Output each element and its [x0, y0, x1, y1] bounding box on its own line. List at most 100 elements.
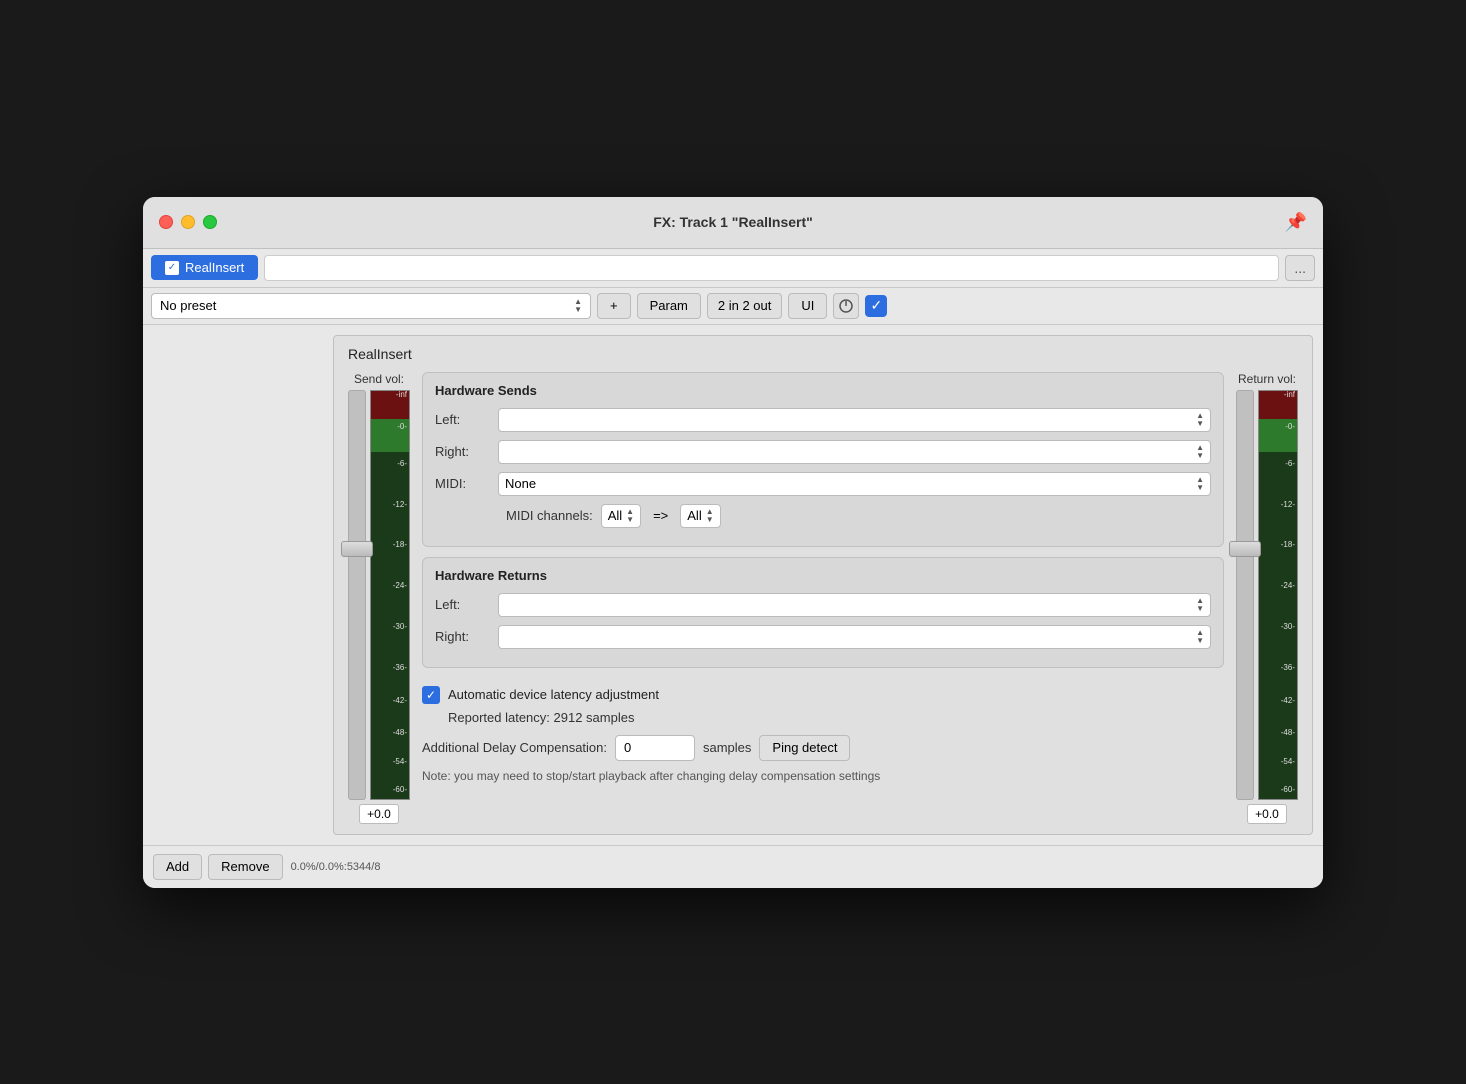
hw-midi-row: MIDI: None ▲▼ — [435, 472, 1211, 496]
io-button[interactable]: 2 in 2 out — [707, 293, 783, 319]
midi-ch-to-arrows[interactable]: ▲▼ — [706, 508, 714, 524]
preset-select[interactable]: No preset ▲ ▼ — [151, 293, 591, 319]
traffic-lights — [159, 215, 217, 229]
delay-input[interactable] — [615, 735, 695, 761]
hw-send-right-arrows[interactable]: ▲▼ — [1196, 444, 1204, 460]
hw-send-right-row: Right: ▲▼ — [435, 440, 1211, 464]
midi-ch-from-arrows[interactable]: ▲▼ — [626, 508, 634, 524]
hw-return-left-arrows[interactable]: ▲▼ — [1196, 597, 1204, 613]
hw-send-left-arrows[interactable]: ▲▼ — [1196, 412, 1204, 428]
close-button[interactable] — [159, 215, 173, 229]
tick-12: -12- — [393, 501, 407, 509]
r-tick-inf: -inf — [1284, 391, 1295, 399]
main-window: FX: Track 1 "RealInsert" 📌 ✓ RealInsert … — [143, 197, 1323, 888]
preset-label: No preset — [160, 298, 216, 313]
midi-ch-from-select[interactable]: All ▲▼ — [601, 504, 641, 528]
hw-send-left-label: Left: — [435, 412, 490, 427]
r-tick-30: -30- — [1281, 623, 1295, 631]
preset-arrows[interactable]: ▲ ▼ — [574, 298, 582, 314]
dial-button[interactable] — [833, 293, 859, 319]
plugin-tab-label: RealInsert — [185, 260, 244, 275]
plugin-tab-checkbox[interactable]: ✓ — [165, 261, 179, 275]
r-tick-12: -12- — [1281, 501, 1295, 509]
r-tick-60: -60- — [1281, 786, 1295, 794]
latency-section: ✓ Automatic device latency adjustment Re… — [422, 678, 1224, 791]
hw-return-left-select[interactable]: ▲▼ — [498, 593, 1211, 617]
samples-label: samples — [703, 740, 751, 755]
more-button[interactable]: ... — [1285, 255, 1315, 281]
minimize-button[interactable] — [181, 215, 195, 229]
hw-midi-channels-row: MIDI channels: All ▲▼ => All ▲▼ — [435, 504, 1211, 528]
add-button[interactable]: Add — [153, 854, 202, 880]
midi-ch-to-select[interactable]: All ▲▼ — [680, 504, 720, 528]
hw-return-right-arrows[interactable]: ▲▼ — [1196, 629, 1204, 645]
r-tick-18: -18- — [1281, 541, 1295, 549]
tick-18: -18- — [393, 541, 407, 549]
plugin-tab-bar: ✓ RealInsert ... — [143, 249, 1323, 288]
pin-icon[interactable]: 📌 — [1285, 212, 1307, 233]
send-vol-value[interactable]: +0.0 — [359, 804, 399, 824]
plus-button[interactable]: + — [597, 293, 631, 319]
return-vol-value[interactable]: +0.0 — [1247, 804, 1287, 824]
r-tick-42: -42- — [1281, 697, 1295, 705]
r-tick-54: -54- — [1281, 758, 1295, 766]
r-tick-24: -24- — [1281, 582, 1295, 590]
hw-return-left-row: Left: ▲▼ — [435, 593, 1211, 617]
status-text: 0.0%/0.0%:5344/8 — [291, 861, 381, 873]
midi-ch-from-value: All — [608, 508, 622, 523]
param-button[interactable]: Param — [637, 293, 701, 319]
midi-ch-to-value: All — [687, 508, 701, 523]
hw-return-right-select[interactable]: ▲▼ — [498, 625, 1211, 649]
return-fader-container: -inf -0- -6- -12- -18- -24- -30- -36- -4… — [1236, 390, 1298, 800]
hw-returns-title: Hardware Returns — [435, 568, 1211, 583]
delay-row: Additional Delay Compensation: samples P… — [422, 735, 1224, 761]
ping-detect-button[interactable]: Ping detect — [759, 735, 850, 761]
main-content: RealInsert Send vol: — [143, 325, 1323, 845]
dial-icon — [838, 298, 854, 314]
tick-30: -30- — [393, 623, 407, 631]
tick-inf: -inf — [396, 391, 407, 399]
hw-send-left-row: Left: ▲▼ — [435, 408, 1211, 432]
hardware-panel: Hardware Sends Left: ▲▼ Right: ▲▼ — [422, 372, 1224, 791]
auto-latency-label: Automatic device latency adjustment — [448, 687, 659, 702]
enable-checkbox[interactable]: ✓ — [865, 295, 887, 317]
hw-return-right-row: Right: ▲▼ — [435, 625, 1211, 649]
tick-60: -60- — [393, 786, 407, 794]
return-fader-handle[interactable] — [1229, 541, 1261, 557]
remove-button[interactable]: Remove — [208, 854, 282, 880]
ui-button[interactable]: UI — [788, 293, 827, 319]
return-fader-track[interactable] — [1236, 390, 1254, 800]
hw-send-left-select[interactable]: ▲▼ — [498, 408, 1211, 432]
r-tick-48: -48- — [1281, 729, 1295, 737]
titlebar: FX: Track 1 "RealInsert" 📌 — [143, 197, 1323, 249]
midi-ch-arrow: => — [653, 508, 668, 523]
search-input[interactable] — [264, 255, 1279, 281]
hardware-sends-box: Hardware Sends Left: ▲▼ Right: ▲▼ — [422, 372, 1224, 547]
plugin-name-title: RealInsert — [348, 346, 1298, 362]
maximize-button[interactable] — [203, 215, 217, 229]
hw-midi-label: MIDI: — [435, 476, 490, 491]
hw-midi-arrows[interactable]: ▲▼ — [1196, 476, 1204, 492]
return-meter: -inf -0- -6- -12- -18- -24- -30- -36- -4… — [1258, 390, 1298, 800]
return-vol-section: Return vol: -inf -0- -6- -12- — [1236, 372, 1298, 824]
send-vol-label: Send vol: — [354, 372, 404, 386]
tick-42: -42- — [393, 697, 407, 705]
add-remove-btns: Add Remove — [153, 854, 283, 880]
auto-latency-checkbox[interactable]: ✓ — [422, 686, 440, 704]
return-vol-label: Return vol: — [1238, 372, 1296, 386]
hw-midi-select[interactable]: None ▲▼ — [498, 472, 1211, 496]
hw-send-right-select[interactable]: ▲▼ — [498, 440, 1211, 464]
hw-midi-value: None — [505, 476, 536, 491]
r-tick-6: -6- — [1285, 460, 1295, 468]
r-tick-0: -0- — [1285, 423, 1295, 431]
send-vol-section: Send vol: -inf -0- -6- — [348, 372, 410, 824]
hardware-returns-box: Hardware Returns Left: ▲▼ Right: ▲▼ — [422, 557, 1224, 668]
send-fader-handle[interactable] — [341, 541, 373, 557]
tick-54: -54- — [393, 758, 407, 766]
send-fader-track[interactable] — [348, 390, 366, 800]
tick-6: -6- — [397, 460, 407, 468]
preset-bar: No preset ▲ ▼ + Param 2 in 2 out UI ✓ — [143, 288, 1323, 325]
send-fader-container: -inf -0- -6- -12- -18- -24- -30- -36- -4… — [348, 390, 410, 800]
delay-label: Additional Delay Compensation: — [422, 740, 607, 755]
plugin-tab[interactable]: ✓ RealInsert — [151, 255, 258, 280]
